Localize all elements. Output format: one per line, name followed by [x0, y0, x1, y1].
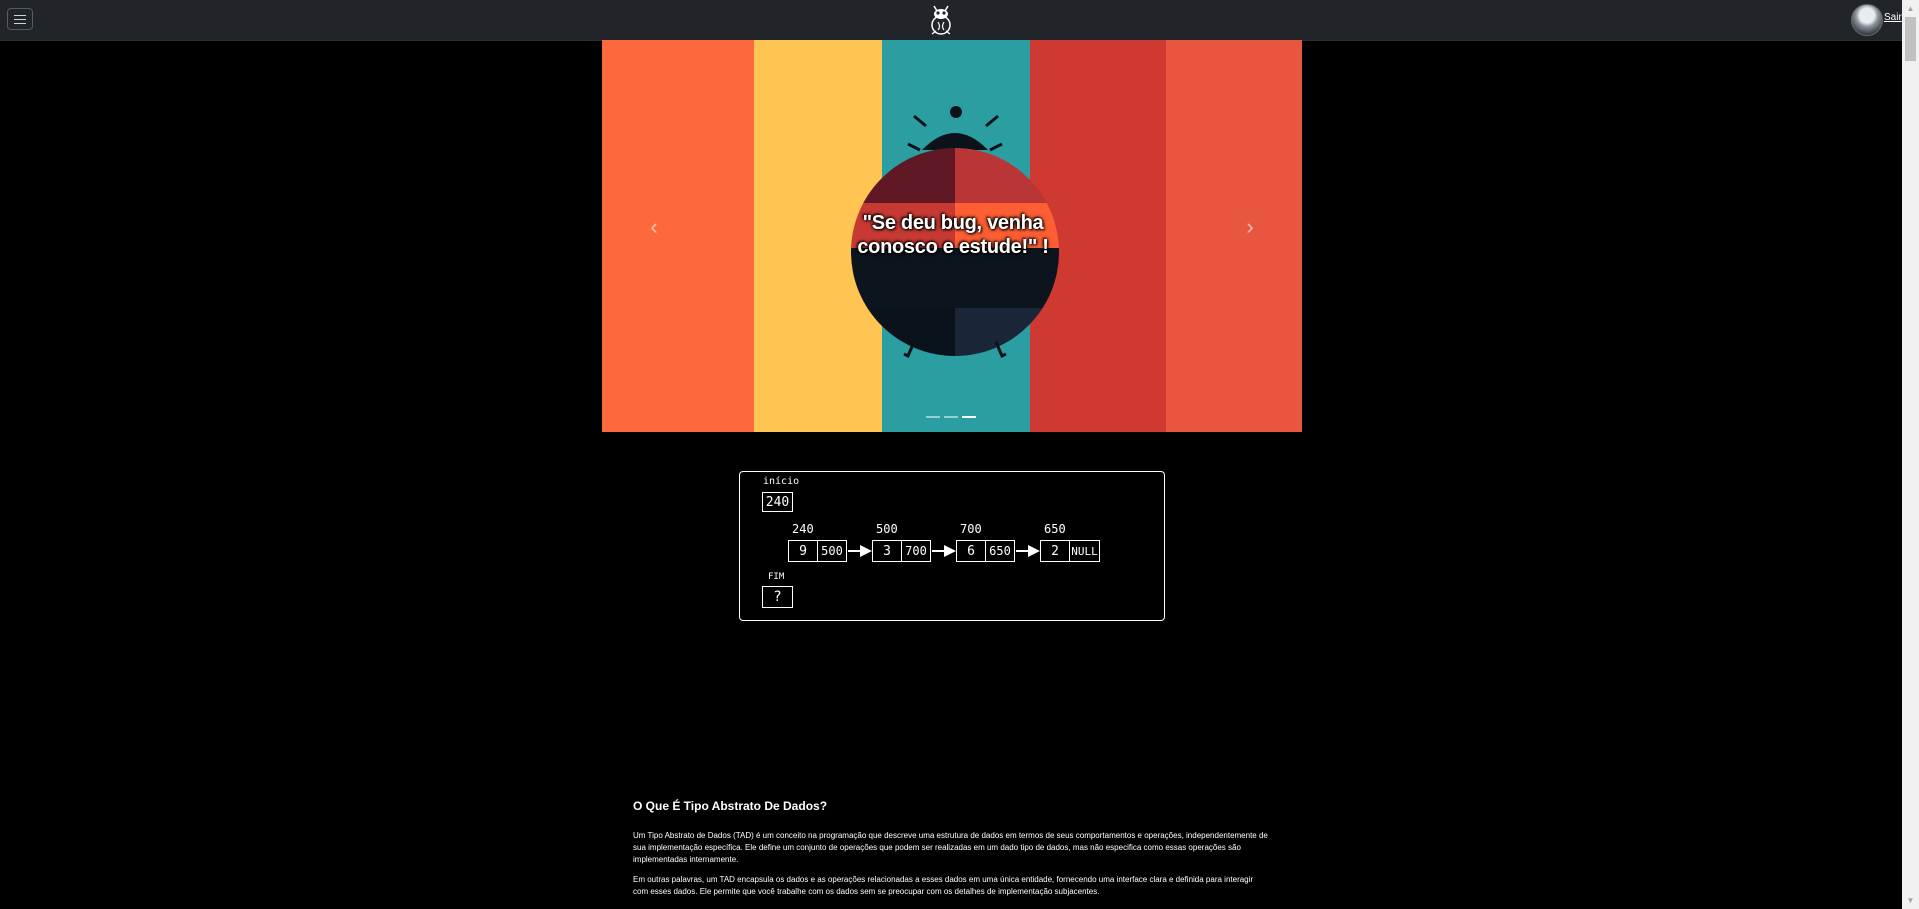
stripe: [1166, 40, 1302, 432]
arrow-connectors: [848, 545, 1040, 557]
end-label: FIM: [768, 572, 785, 582]
carousel-caption: "Se deu bug, venha conosco e estude!" !: [857, 212, 1049, 258]
article-heading: O Que É Tipo Abstrato De Dados?: [633, 799, 828, 813]
user-avatar[interactable]: [1851, 4, 1883, 36]
hamburger-icon: [14, 14, 26, 16]
carousel-prev-button[interactable]: ‹: [639, 212, 669, 242]
chevron-right-icon: ›: [1246, 214, 1254, 239]
end-pointer-box: ?: [762, 586, 793, 608]
carousel-next-button[interactable]: ›: [1235, 212, 1265, 242]
chevron-left-icon: ‹: [650, 214, 658, 239]
scroll-down-icon[interactable]: ▼: [1902, 892, 1919, 909]
carousel-indicator-2[interactable]: [944, 416, 958, 418]
logout-link[interactable]: Sair: [1884, 12, 1902, 23]
article-section: O Que É Tipo Abstrato De Dados? Um Tipo …: [633, 799, 1268, 906]
scroll-thumb[interactable]: [1905, 17, 1916, 61]
top-navbar: Sair: [0, 0, 1902, 41]
carousel-indicator-1[interactable]: [926, 416, 940, 418]
page-scrollbar[interactable]: ▲ ▼: [1902, 0, 1919, 909]
bug-logo-icon[interactable]: [926, 3, 956, 37]
linked-list-diagram: início 240 240 9 500 500 3 700 700 6 650…: [739, 471, 1165, 621]
carousel-indicator-3[interactable]: [962, 416, 976, 418]
hero-carousel: ‹ › "Se deu bug, venha conosco e estude!…: [602, 40, 1302, 432]
article-paragraph: Um Tipo Abstrato de Dados (TAD) é um con…: [633, 831, 1268, 864]
scroll-up-icon[interactable]: ▲: [1902, 0, 1919, 17]
menu-toggle-button[interactable]: [7, 8, 33, 30]
article-paragraph: Em outras palavras, um TAD encapsula os …: [633, 875, 1254, 896]
carousel-indicators: [926, 416, 976, 418]
stripe: [602, 40, 754, 432]
